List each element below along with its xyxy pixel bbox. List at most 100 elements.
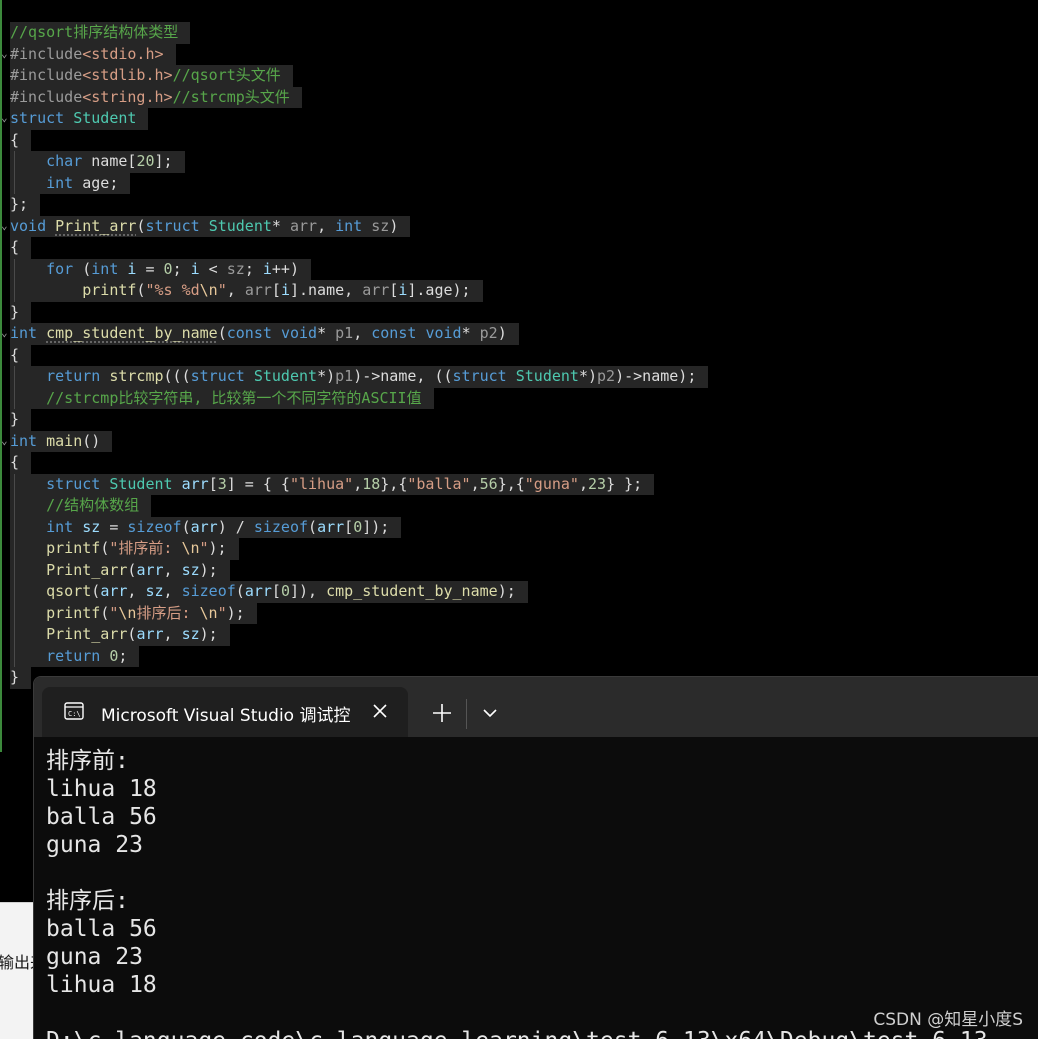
code-token: <string.h>: [82, 87, 173, 106]
code-token: )->name);: [615, 367, 697, 385]
code-token: printf: [46, 603, 101, 622]
code-line-text: int sz = sizeof(arr) / sizeof(arr[0]);: [10, 516, 402, 538]
code-token: int: [46, 517, 74, 536]
code-token: Print_arr: [46, 560, 128, 579]
code-token: struct: [452, 367, 507, 385]
code-token: int: [335, 216, 363, 235]
code-token: cmp_student_by_name: [326, 582, 498, 600]
fold-toggle-icon[interactable]: ⌄: [1, 107, 8, 129]
code-token: //qsort排序结构体类型: [10, 23, 179, 41]
code-token: arr: [289, 216, 318, 235]
code-token: } };: [606, 474, 643, 493]
code-token: *: [317, 324, 336, 342]
terminal-output-line: guna 23: [46, 832, 143, 858]
code-token: [: [389, 281, 399, 299]
code-token: );: [208, 539, 227, 557]
chevron-down-icon[interactable]: [476, 699, 504, 727]
fold-toggle-icon[interactable]: ⌄: [1, 430, 8, 452]
code-token: arr: [136, 625, 164, 643]
debug-console-window[interactable]: C:\ Microsoft Visual Studio 调试控 排序前: lih…: [33, 676, 1038, 1039]
terminal-tab-title: Microsoft Visual Studio 调试控: [101, 706, 351, 726]
code-token: "balla": [407, 474, 471, 493]
code-token: int: [46, 173, 74, 192]
code-token: ;: [118, 646, 128, 665]
code-token: ,: [470, 474, 480, 493]
code-token: i: [280, 281, 290, 299]
code-token: ): [389, 216, 399, 235]
code-token: cmp_student_by_name: [46, 324, 218, 342]
code-line-text: //qsort排序结构体类型: [10, 22, 191, 44]
code-token: *: [271, 216, 290, 235]
code-token: (((: [163, 367, 191, 385]
code-token: void: [10, 216, 47, 235]
code-token: ;: [244, 259, 263, 278]
code-token: sizeof: [253, 517, 309, 536]
code-token: arr: [244, 582, 272, 600]
code-token: 0: [163, 259, 173, 278]
code-token: Student: [208, 216, 272, 235]
code-token: arr: [362, 281, 390, 299]
code-token: {: [10, 238, 20, 256]
code-token: =: [100, 517, 128, 536]
code-token: );: [199, 560, 218, 579]
code-token: void: [425, 324, 462, 342]
code-token: *: [461, 324, 480, 342]
code-line-text: qsort(arr, sz, sizeof(arr[0]), cmp_stude…: [10, 581, 528, 603]
code-token: ,: [353, 474, 363, 493]
code-token: ": [217, 281, 227, 299]
code-token: //结构体数组: [46, 496, 140, 514]
indent-guide: [14, 473, 15, 667]
plus-icon[interactable]: [428, 699, 456, 727]
code-token: ,: [317, 216, 336, 235]
code-line-text: printf("排序前: \n");: [10, 538, 239, 560]
code-token: Print_arr: [55, 216, 137, 235]
code-token: sz: [181, 560, 200, 579]
code-token: 0: [353, 517, 363, 536]
code-line-text: {: [10, 452, 32, 474]
code-token: struct: [145, 216, 200, 235]
code-token: p1: [335, 324, 354, 342]
code-token: "guna": [524, 474, 579, 493]
code-token: arr: [100, 582, 128, 600]
code-token: "lihua": [289, 474, 354, 493]
code-line-text: #include<string.h>//strcmp头文件: [10, 86, 302, 108]
close-icon[interactable]: [368, 699, 392, 723]
code-token: strcmp: [109, 367, 164, 385]
code-line-text: //结构体数组: [10, 495, 152, 517]
code-token: 23: [588, 474, 607, 493]
code-token: ,: [163, 625, 182, 643]
terminal-tab[interactable]: C:\ Microsoft Visual Studio 调试控: [42, 687, 408, 737]
fold-toggle-icon[interactable]: ⌄: [1, 215, 8, 237]
code-line-text: }: [10, 667, 32, 689]
code-token: <: [199, 259, 227, 278]
code-token: printf: [82, 281, 137, 299]
code-token: Student: [253, 367, 318, 385]
code-line-text: printf("%s %d\n", arr[i].name, arr[i].ag…: [10, 280, 483, 302]
code-token: //strcmp比较字符串, 比较第一个不同字符的ASCII值: [46, 388, 422, 407]
code-token: ] = { {: [226, 474, 290, 493]
fold-toggle-icon[interactable]: ⌄: [1, 322, 8, 344]
code-line-text: }: [10, 409, 32, 431]
terminal-output[interactable]: 排序前: lihua 18 balla 56 guna 23 排序后: balla 56 g…: [46, 747, 1026, 1039]
code-token: (: [308, 517, 318, 536]
fold-toggle-icon[interactable]: ⌄: [1, 43, 8, 65]
code-token: 56: [479, 474, 498, 493]
code-line-text: };: [10, 194, 41, 216]
code-line-text: {: [10, 237, 32, 259]
code-editor[interactable]: //qsort排序结构体类型 ⌄ #include<stdio.h> #include…: [0, 0, 1038, 752]
code-token: <stdlib.h>: [82, 66, 173, 84]
code-token: (: [73, 259, 92, 278]
code-token: ": [217, 603, 227, 622]
code-token: //strcmp头文件: [172, 87, 290, 106]
code-token: name[: [82, 152, 137, 170]
